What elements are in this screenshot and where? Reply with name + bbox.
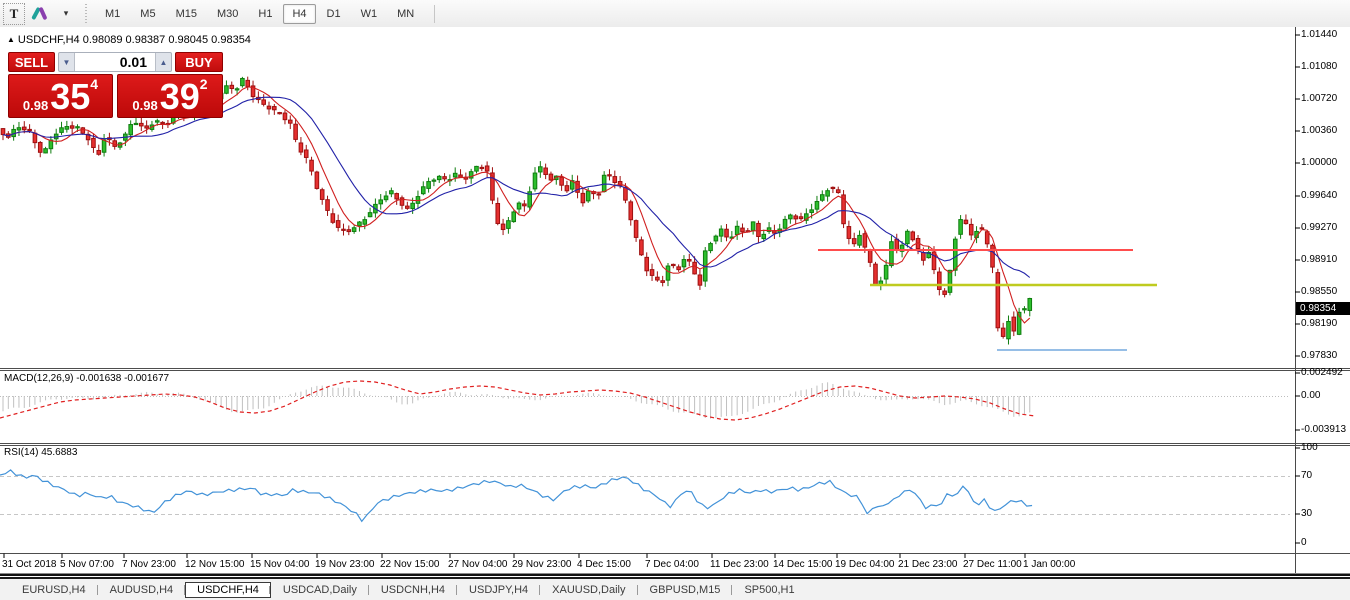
colors-tool-button[interactable] bbox=[28, 4, 54, 24]
axis-label: 0.98910 bbox=[1301, 254, 1338, 265]
axis-label: 1.01080 bbox=[1301, 61, 1338, 72]
text-tool-button[interactable]: T bbox=[3, 2, 25, 25]
time-axis-label: 21 Dec 23:00 bbox=[898, 559, 958, 570]
toolbar-separator bbox=[434, 4, 436, 23]
sell-price-main: 35 bbox=[50, 76, 91, 118]
toolbar: T ▾ M1 M5 M15 M30 H1 H4 D1 W1 MN bbox=[0, 0, 1350, 28]
timeframe-button-m30[interactable]: M30 bbox=[208, 4, 247, 24]
axis-label: 0.00 bbox=[1301, 390, 1321, 401]
time-axis-label: 4 Dec 15:00 bbox=[577, 559, 631, 570]
volume-increase-button[interactable]: ▲ bbox=[156, 53, 171, 71]
tab-usdchf-h4[interactable]: USDCHF,H4 bbox=[185, 581, 271, 598]
time-axis-label: 7 Dec 04:00 bbox=[645, 559, 699, 570]
axis-label: 0.99270 bbox=[1301, 222, 1338, 233]
time-axis-label: 12 Nov 15:00 bbox=[185, 559, 245, 570]
timeframe-button-w1[interactable]: W1 bbox=[352, 4, 387, 24]
buy-price-button[interactable]: 0.98 39 2 bbox=[117, 74, 223, 118]
tab-audusd-h4[interactable]: AUDUSD,H4 bbox=[98, 582, 186, 598]
axis-label: 1.00360 bbox=[1301, 125, 1338, 136]
rsi-indicator-label: RSI(14) 45.6883 bbox=[4, 447, 78, 458]
buy-button[interactable]: BUY bbox=[175, 52, 223, 72]
one-click-trade-panel: SELL ▼ ▲ BUY 0.98 35 4 0.98 39 2 bbox=[8, 52, 223, 118]
time-axis-label: 31 Oct 2018 bbox=[2, 559, 57, 570]
tab-usdjpy-h4[interactable]: USDJPY,H4 bbox=[457, 582, 541, 598]
axis-label: -0.003913 bbox=[1301, 424, 1347, 435]
tab-usdcnh-h4[interactable]: USDCNH,H4 bbox=[369, 582, 458, 598]
timeframe-button-m15[interactable]: M15 bbox=[167, 4, 206, 24]
macd-indicator-label: MACD(12,26,9) -0.001638 -0.001677 bbox=[4, 373, 170, 384]
tab-usdcad-daily[interactable]: USDCAD,Daily bbox=[271, 582, 369, 598]
time-axis-label: 27 Nov 04:00 bbox=[448, 559, 508, 570]
tab-xauusd-daily[interactable]: XAUUSD,Daily bbox=[540, 582, 638, 598]
sell-price-pip: 4 bbox=[90, 76, 99, 92]
chart-tab-bar: EURUSD,H4 AUDUSD,H4 USDCHF,H4 USDCAD,Daily U… bbox=[0, 577, 1350, 600]
time-axis-label: 15 Nov 04:00 bbox=[250, 559, 310, 570]
timeframe-button-h1[interactable]: H1 bbox=[249, 4, 281, 24]
axis-label: 0.98550 bbox=[1301, 286, 1338, 297]
time-axis-label: 7 Nov 23:00 bbox=[122, 559, 176, 570]
axis-label: 30 bbox=[1301, 508, 1313, 519]
time-axis-label: 29 Nov 23:00 bbox=[512, 559, 572, 570]
time-axis-label: 14 Dec 15:00 bbox=[773, 559, 833, 570]
axis-label: 0.99640 bbox=[1301, 190, 1338, 201]
axis-label: 1.00000 bbox=[1301, 157, 1338, 168]
sell-price-frac: 0.98 bbox=[22, 98, 49, 113]
chart-title-text: USDCHF,H4 0.98089 0.98387 0.98045 0.9835… bbox=[17, 34, 251, 46]
volume-input[interactable] bbox=[74, 53, 156, 71]
buy-price-main: 39 bbox=[159, 76, 200, 118]
axis-label: 0.97830 bbox=[1301, 350, 1338, 361]
chart-title: ▲ USDCHF,H4 0.98089 0.98387 0.98045 0.983… bbox=[7, 34, 251, 46]
toolbar-grip-handle[interactable] bbox=[84, 3, 89, 24]
time-axis-label: 27 Dec 11:00 bbox=[963, 559, 1022, 570]
timeframe-toolbar: M1 M5 M15 M30 H1 H4 D1 W1 MN bbox=[95, 3, 424, 24]
timeframe-button-h4[interactable]: H4 bbox=[283, 3, 316, 24]
timeframe-button-m5[interactable]: M5 bbox=[131, 4, 164, 24]
chart-window[interactable]: ▲ USDCHF,H4 0.98089 0.98387 0.98045 0.983… bbox=[0, 27, 1350, 577]
sell-price-button[interactable]: 0.98 35 4 bbox=[8, 74, 113, 118]
axis-label: 1.01440 bbox=[1301, 29, 1338, 40]
collapse-triangle-icon[interactable]: ▲ bbox=[7, 35, 15, 44]
tab-eurusd-h4[interactable]: EURUSD,H4 bbox=[10, 582, 98, 598]
axis-label: 1.00720 bbox=[1301, 93, 1338, 104]
time-axis-label: 5 Nov 07:00 bbox=[60, 559, 114, 570]
buy-price-frac: 0.98 bbox=[132, 98, 158, 113]
crayon-icon bbox=[38, 6, 48, 20]
mt4-window: { "toolbar": { "text_tool_label": "T", "… bbox=[0, 0, 1350, 600]
axis-label: 0 bbox=[1301, 537, 1307, 548]
timeframe-button-mn[interactable]: MN bbox=[388, 4, 423, 24]
axis-label: 0.98190 bbox=[1301, 318, 1338, 329]
axis-label: 100 bbox=[1301, 442, 1318, 453]
axis-label: 70 bbox=[1301, 470, 1313, 481]
axis-label: 0.002492 bbox=[1301, 367, 1343, 378]
chevron-down-icon[interactable]: ▾ bbox=[56, 4, 76, 24]
timeframe-button-m1[interactable]: M1 bbox=[96, 4, 129, 24]
time-axis-label: 19 Nov 23:00 bbox=[315, 559, 375, 570]
time-axis-label: 19 Dec 04:00 bbox=[835, 559, 895, 570]
time-axis-label: 11 Dec 23:00 bbox=[710, 559, 769, 570]
tab-sp500-h1[interactable]: SP500,H1 bbox=[732, 582, 806, 598]
volume-stepper: ▼ ▲ bbox=[58, 52, 172, 72]
time-axis-label: 1 Jan 00:00 bbox=[1023, 559, 1076, 570]
time-axis-label: 22 Nov 15:00 bbox=[380, 559, 440, 570]
volume-decrease-button[interactable]: ▼ bbox=[59, 53, 74, 71]
timeframe-button-d1[interactable]: D1 bbox=[318, 4, 350, 24]
tab-gbpusd-m15[interactable]: GBPUSD,M15 bbox=[638, 582, 733, 598]
current-price-tag: 0.98354 bbox=[1296, 302, 1350, 315]
sell-button[interactable]: SELL bbox=[8, 52, 55, 72]
buy-price-pip: 2 bbox=[199, 76, 208, 92]
